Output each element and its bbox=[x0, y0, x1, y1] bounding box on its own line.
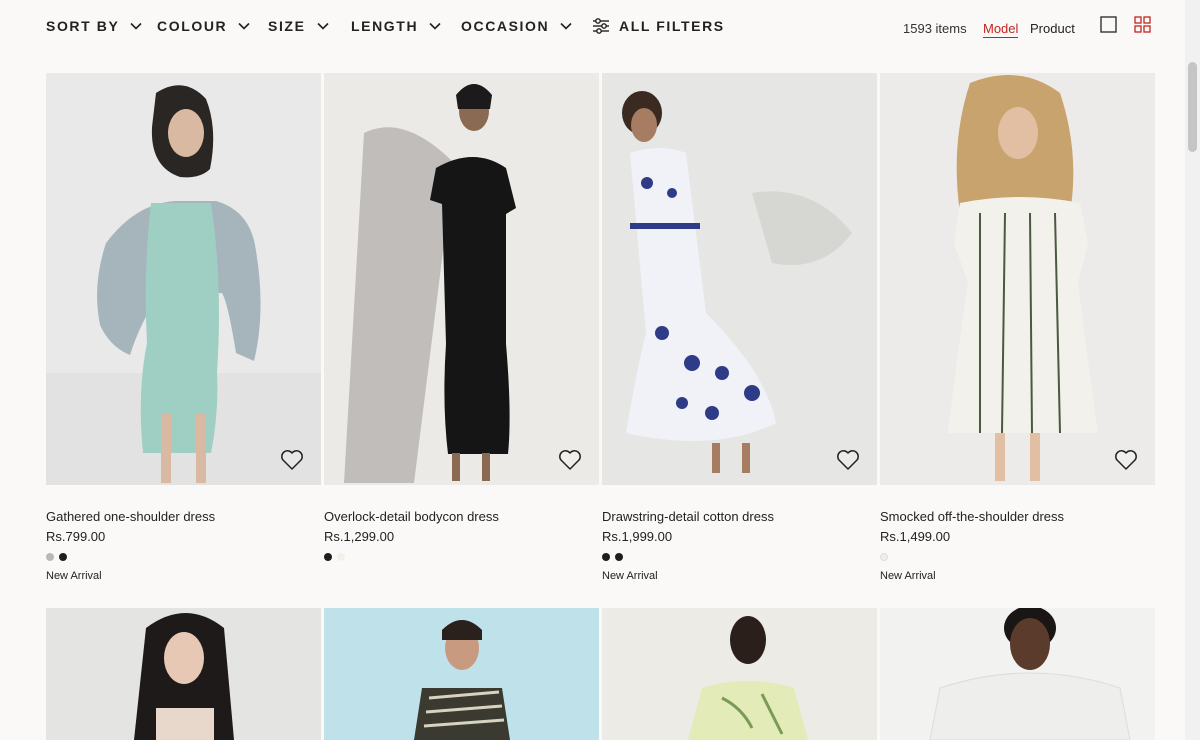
model-photo bbox=[324, 608, 599, 740]
model-photo bbox=[602, 608, 877, 740]
color-swatch[interactable] bbox=[324, 553, 332, 561]
chevron-down-icon bbox=[429, 22, 441, 30]
color-swatch[interactable] bbox=[337, 553, 345, 561]
product-image[interactable] bbox=[602, 73, 877, 485]
heart-icon[interactable] bbox=[835, 447, 861, 473]
model-photo bbox=[46, 73, 321, 485]
length-label: LENGTH bbox=[351, 18, 419, 34]
new-arrival-badge: New Arrival bbox=[602, 570, 658, 582]
all-filters-label: ALL FILTERS bbox=[619, 18, 725, 34]
product-price: Rs.799.00 bbox=[46, 529, 106, 544]
product-title[interactable]: Drawstring-detail cotton dress bbox=[602, 509, 774, 524]
scrollbar-thumb[interactable] bbox=[1188, 62, 1197, 152]
heart-icon[interactable] bbox=[279, 447, 305, 473]
product-image[interactable] bbox=[46, 608, 321, 740]
chevron-down-icon bbox=[316, 22, 329, 30]
size-label: SIZE bbox=[268, 18, 306, 34]
heart-icon[interactable] bbox=[557, 447, 583, 473]
length-dropdown[interactable]: LENGTH bbox=[351, 18, 442, 34]
model-photo bbox=[324, 73, 599, 485]
product-image[interactable] bbox=[46, 73, 321, 485]
new-arrival-badge: New Arrival bbox=[880, 570, 936, 582]
all-filters-button[interactable]: ALL FILTERS bbox=[592, 18, 725, 34]
color-swatch[interactable] bbox=[46, 553, 54, 561]
item-count: 1593 items bbox=[903, 21, 967, 36]
sort-by-label: SORT BY bbox=[46, 18, 120, 34]
color-swatch[interactable] bbox=[602, 553, 610, 561]
model-photo bbox=[602, 73, 877, 485]
product-title[interactable]: Gathered one-shoulder dress bbox=[46, 509, 215, 524]
color-swatch[interactable] bbox=[880, 553, 888, 561]
occasion-dropdown[interactable]: OCCASION bbox=[461, 18, 573, 34]
multi-column-grid-icon[interactable] bbox=[1134, 16, 1151, 33]
product-title[interactable]: Overlock-detail bodycon dress bbox=[324, 509, 499, 524]
product-image[interactable] bbox=[324, 73, 599, 485]
product-image[interactable] bbox=[602, 608, 877, 740]
model-photo bbox=[880, 73, 1155, 485]
product-price: Rs.1,499.00 bbox=[880, 529, 951, 544]
model-photo bbox=[880, 608, 1155, 740]
new-arrival-badge: New Arrival bbox=[46, 570, 102, 582]
color-swatches bbox=[46, 553, 67, 561]
color-swatches bbox=[880, 553, 888, 561]
colour-label: COLOUR bbox=[157, 18, 228, 34]
product-image[interactable] bbox=[324, 608, 599, 740]
color-swatches bbox=[602, 553, 623, 561]
view-model-toggle[interactable]: Model bbox=[983, 21, 1019, 38]
sliders-icon bbox=[593, 18, 609, 34]
size-dropdown[interactable]: SIZE bbox=[268, 18, 330, 34]
model-photo bbox=[46, 608, 321, 740]
occasion-label: OCCASION bbox=[461, 18, 550, 34]
view-product-toggle[interactable]: Product bbox=[1030, 21, 1075, 36]
chevron-down-icon bbox=[130, 22, 143, 30]
product-price: Rs.1,999.00 bbox=[602, 529, 673, 544]
filter-bar: SORT BY COLOUR SIZE LENGTH OCCASION ALL … bbox=[0, 0, 1185, 56]
sort-by-dropdown[interactable]: SORT BY bbox=[46, 18, 143, 34]
single-column-grid-icon[interactable] bbox=[1100, 16, 1117, 33]
colour-dropdown[interactable]: COLOUR bbox=[157, 18, 251, 34]
product-price: Rs.1,299.00 bbox=[324, 529, 395, 544]
product-image[interactable] bbox=[880, 608, 1155, 740]
color-swatch[interactable] bbox=[615, 553, 623, 561]
product-image[interactable] bbox=[880, 73, 1155, 485]
heart-icon[interactable] bbox=[1113, 447, 1139, 473]
product-title[interactable]: Smocked off-the-shoulder dress bbox=[880, 509, 1064, 524]
chevron-down-icon bbox=[560, 22, 572, 30]
color-swatches bbox=[324, 553, 345, 561]
color-swatch[interactable] bbox=[59, 553, 67, 561]
chevron-down-icon bbox=[238, 22, 250, 30]
